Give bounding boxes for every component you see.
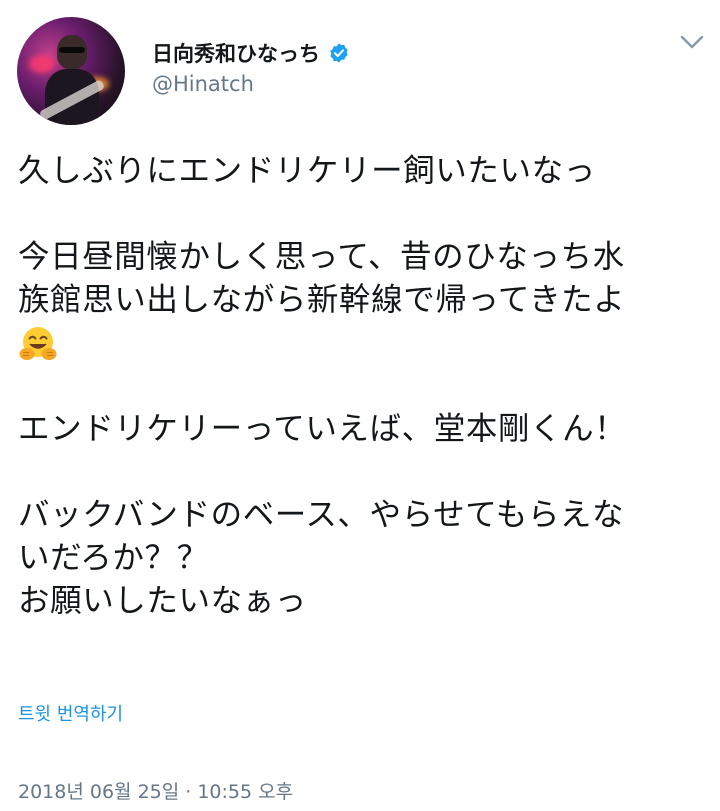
tweet-text-line: お願いしたいなぁっ bbox=[18, 583, 307, 619]
chevron-down-icon[interactable] bbox=[678, 32, 706, 52]
tweet-text-line: バックバンドのベース、やらせてもらえな bbox=[18, 497, 625, 533]
avatar-figure-glasses bbox=[59, 47, 85, 53]
tweet-text: 久しぶりにエンドリケリー飼いたいなっ 今日昼間懐かしく思って、昔のひなっち水 族… bbox=[18, 150, 708, 623]
display-name[interactable]: 日向秀和ひなっち bbox=[152, 38, 320, 68]
hugging-face-emoji bbox=[18, 324, 58, 364]
tweet-timestamp[interactable]: 2018년 06월 25일 · 10:55 오후 bbox=[18, 777, 293, 804]
tweet-text-line: 久しぶりにエンドリケリー飼いたいなっ bbox=[18, 153, 596, 189]
divider bbox=[0, 746, 720, 747]
tweet-text-line: 今日昼間懐かしく思って、昔のひなっち水 bbox=[18, 239, 625, 275]
tweet-text-line: エンドリケリーっていえば、堂本剛くん！ bbox=[18, 411, 627, 447]
tweet-text-line: 族館思い出しながら新幹線で帰ってきたよ bbox=[18, 282, 626, 318]
verified-badge-icon bbox=[328, 42, 350, 64]
author-name-row[interactable]: 日向秀和ひなっち bbox=[152, 38, 350, 68]
translate-tweet-link[interactable]: 트윗 번역하기 bbox=[18, 700, 123, 726]
author-handle[interactable]: @Hinatch bbox=[152, 72, 254, 96]
avatar[interactable] bbox=[17, 17, 125, 125]
tweet-text-line: いだろか？？ bbox=[18, 540, 209, 576]
avatar-stage-light bbox=[29, 55, 55, 73]
tweet-emoji-line bbox=[18, 322, 708, 365]
